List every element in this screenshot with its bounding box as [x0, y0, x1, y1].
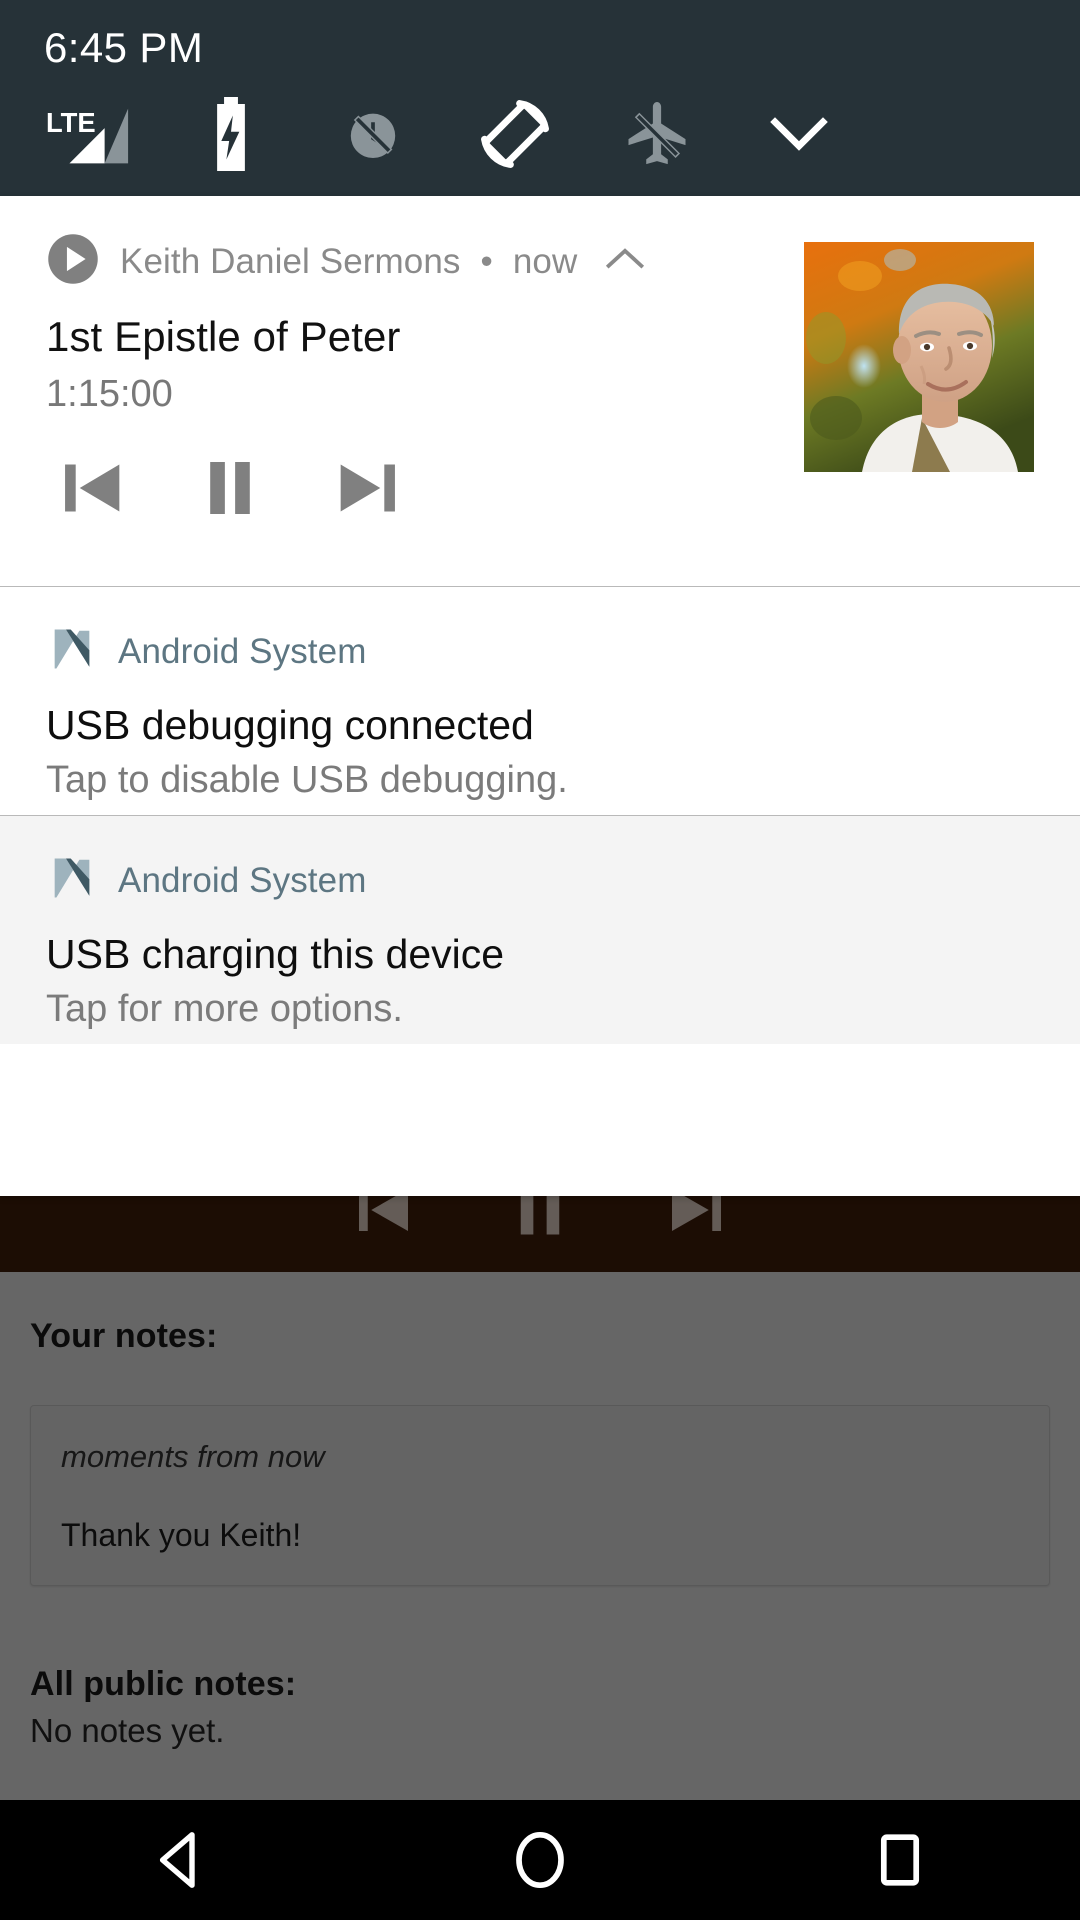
- notification-body: Tap to disable USB debugging.: [46, 759, 568, 801]
- notification-body: Tap for more options.: [46, 988, 403, 1030]
- notification-usb-debugging[interactable]: Android System USB debugging connected T…: [0, 587, 1080, 815]
- previous-track-button-mini[interactable]: [338, 1196, 422, 1257]
- notification-usb-charging[interactable]: Android System USB charging this device …: [0, 816, 1080, 1044]
- pause-button-mini[interactable]: [498, 1196, 582, 1257]
- chevron-down-icon[interactable]: [728, 108, 870, 160]
- nav-home-button[interactable]: [440, 1800, 640, 1920]
- media-app-name: Keith Daniel Sermons: [120, 241, 461, 281]
- app-media-bar: [0, 1196, 1080, 1272]
- play-circle-icon: [46, 232, 100, 291]
- lte-signal-icon[interactable]: LTE: [18, 100, 160, 168]
- alarm-off-icon[interactable]: [302, 97, 444, 171]
- navigation-bar: [0, 1800, 1080, 1920]
- notification-title: USB debugging connected: [46, 702, 534, 748]
- system-notification-header: Android System: [46, 623, 1034, 680]
- notification-media[interactable]: Keith Daniel Sermons • now 1st Epistle o…: [0, 196, 1080, 586]
- album-art-thumbnail: [804, 242, 1034, 472]
- note-timestamp: moments from now: [61, 1438, 325, 1474]
- media-header-separator: •: [480, 241, 493, 281]
- previous-track-button[interactable]: [46, 444, 134, 537]
- auto-rotate-icon[interactable]: [444, 95, 586, 173]
- system-app-name: Android System: [118, 860, 367, 900]
- android-system-icon: [46, 852, 98, 909]
- nav-recents-button[interactable]: [800, 1800, 1000, 1920]
- nav-back-button[interactable]: [80, 1800, 280, 1920]
- battery-charging-icon[interactable]: [160, 97, 302, 171]
- pause-button[interactable]: [186, 444, 274, 537]
- your-notes-heading: Your notes:: [30, 1317, 218, 1355]
- chevron-up-icon[interactable]: [603, 244, 647, 279]
- public-notes-empty-text: No notes yet.: [30, 1712, 225, 1750]
- all-public-notes-heading: All public notes:: [30, 1664, 297, 1703]
- android-system-icon: [46, 623, 98, 680]
- notes-page: Your notes: moments from now Thank you K…: [0, 1272, 1080, 1800]
- media-timestamp: now: [512, 241, 578, 281]
- system-app-name: Android System: [118, 631, 367, 671]
- status-bar-icon-row: LTE: [0, 92, 1080, 176]
- notification-title: USB charging this device: [46, 931, 505, 977]
- system-notification-header: Android System: [46, 852, 1034, 909]
- airplane-mode-off-icon[interactable]: [586, 96, 728, 172]
- note-text: Thank you Keith!: [61, 1516, 302, 1553]
- next-track-button[interactable]: [326, 444, 414, 537]
- status-bar: 6:45 PM LTE: [0, 0, 1080, 196]
- note-card[interactable]: moments from now Thank you Keith!: [30, 1404, 1050, 1586]
- status-bar-clock: 6:45 PM: [44, 24, 204, 71]
- next-track-button-mini[interactable]: [658, 1196, 742, 1257]
- public-notes-section: All public notes: No notes yet.: [30, 1664, 1050, 1752]
- android-screen: Your notes: moments from now Thank you K…: [0, 0, 1080, 1920]
- svg-text:LTE: LTE: [46, 107, 96, 138]
- notification-shade: Keith Daniel Sermons • now 1st Epistle o…: [0, 196, 1080, 1196]
